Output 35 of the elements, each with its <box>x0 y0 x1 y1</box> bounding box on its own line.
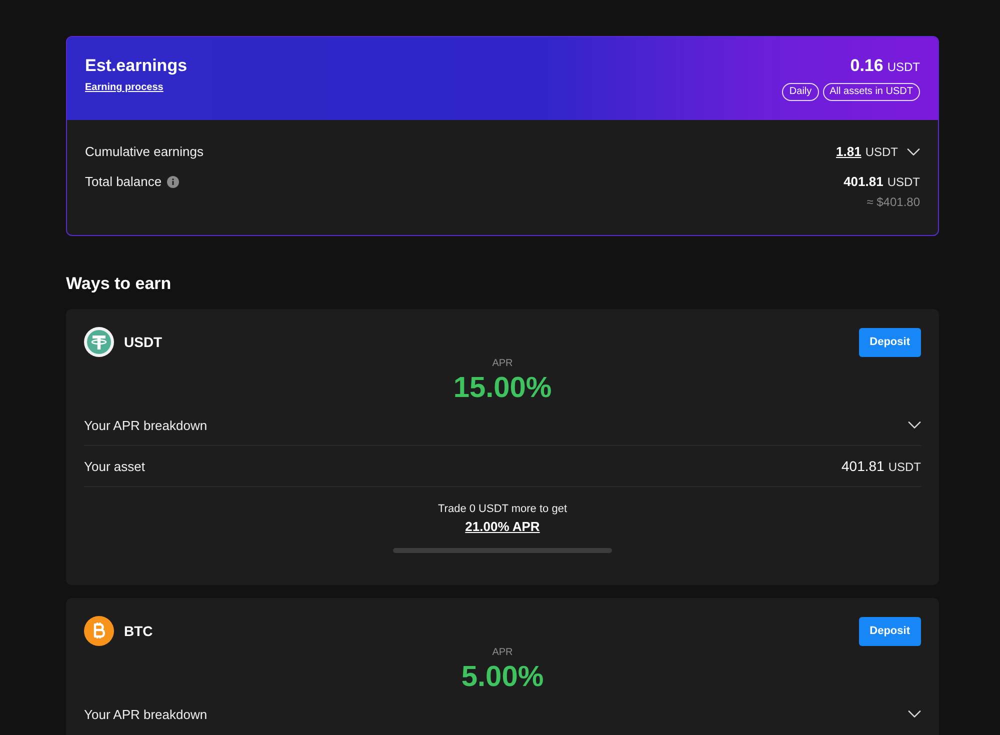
apr-label: APR <box>492 357 513 371</box>
deposit-button[interactable]: Deposit <box>858 616 921 646</box>
chevron-down-icon[interactable] <box>908 421 921 429</box>
earnings-title: Est.earnings <box>85 55 188 77</box>
currency-unit: USDT <box>865 144 898 161</box>
currency-unit: USDT <box>887 174 920 191</box>
apr-target-link[interactable]: 21.00% APR <box>465 518 540 536</box>
filter-tag: All assets in USDT <box>822 83 920 101</box>
coin-name: USDT <box>124 334 162 350</box>
balance-value: 401.81 <box>844 173 884 191</box>
info-icon[interactable] <box>166 176 179 188</box>
fiat-equivalent: ≈ $401.80 <box>866 195 920 209</box>
apr-label: APR <box>492 646 513 660</box>
currency-unit: USDT <box>887 59 920 76</box>
apr-value: 5.00% <box>461 661 544 694</box>
section-heading: Ways to earn <box>66 273 172 295</box>
currency-unit: USDT <box>888 460 921 474</box>
chevron-down-icon[interactable] <box>908 710 921 718</box>
earnings-amount-link[interactable]: 1.81 <box>836 143 862 161</box>
balance-label: Total balance <box>85 173 162 191</box>
bitcoin-coin-icon <box>84 616 114 646</box>
apr-breakdown-label: Your APR breakdown <box>84 418 208 432</box>
earning-process-link[interactable]: Earning process <box>85 82 164 93</box>
chevron-down-icon[interactable] <box>907 148 920 156</box>
apr-breakdown-label: Your APR breakdown <box>84 706 208 722</box>
filter-tag: Daily <box>782 83 819 101</box>
apr-value: 15.00% <box>453 372 552 405</box>
tether-coin-icon <box>84 327 114 357</box>
asset-value: 401.81 <box>842 458 884 474</box>
coin-name: BTC <box>124 623 153 639</box>
promo-text: Trade 0 USDT more to get <box>438 502 567 516</box>
earnings-label: Cumulative earnings <box>85 143 204 161</box>
daily-earnings-value: 0.16 <box>850 55 884 77</box>
deposit-button[interactable]: Deposit <box>858 328 921 356</box>
asset-label: Your asset <box>84 458 145 474</box>
